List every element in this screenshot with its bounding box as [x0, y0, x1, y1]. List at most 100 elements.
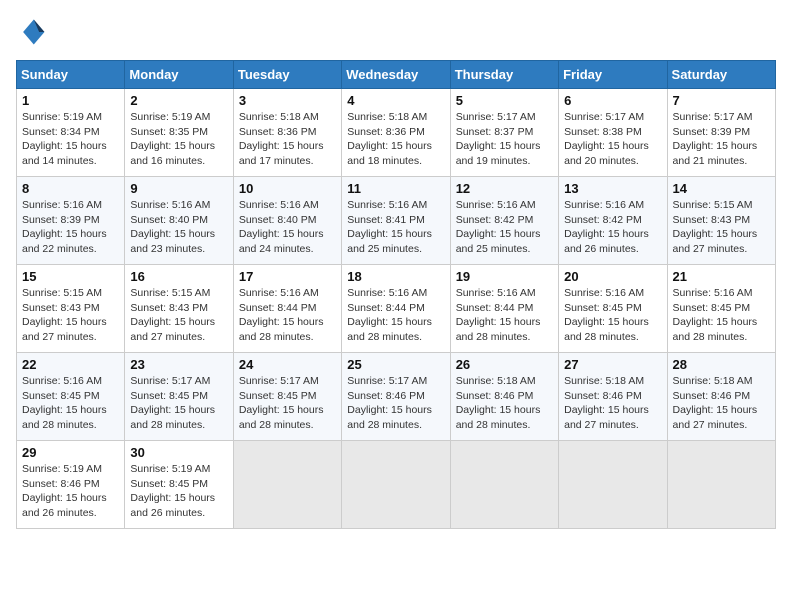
cell-text: Sunrise: 5:16 AMSunset: 8:44 PMDaylight:…	[456, 286, 553, 345]
day-number: 26	[456, 357, 553, 372]
cell-text: Sunrise: 5:18 AMSunset: 8:46 PMDaylight:…	[564, 374, 661, 433]
cell-text: Sunrise: 5:16 AMSunset: 8:44 PMDaylight:…	[347, 286, 444, 345]
calendar-cell: 15 Sunrise: 5:15 AMSunset: 8:43 PMDayligh…	[17, 265, 125, 353]
cell-line: and 25 minutes.	[347, 243, 422, 255]
cell-line: Sunrise: 5:18 AM	[673, 375, 753, 387]
calendar-cell	[559, 441, 667, 529]
cell-line: Sunset: 8:46 PM	[456, 390, 534, 402]
cell-text: Sunrise: 5:18 AMSunset: 8:36 PMDaylight:…	[239, 110, 336, 169]
cell-line: Sunset: 8:42 PM	[456, 214, 534, 226]
cell-line: Sunrise: 5:19 AM	[130, 111, 210, 123]
day-number: 19	[456, 269, 553, 284]
calendar-cell: 19 Sunrise: 5:16 AMSunset: 8:44 PMDayligh…	[450, 265, 558, 353]
calendar-cell: 8Sunrise: 5:16 AMSunset: 8:39 PMDaylight…	[17, 177, 125, 265]
cell-line: Daylight: 15 hours	[456, 316, 541, 328]
cell-line: Daylight: 15 hours	[347, 404, 432, 416]
cell-line: and 27 minutes.	[673, 419, 748, 431]
cell-line: Sunset: 8:45 PM	[564, 302, 642, 314]
day-of-week-row: SundayMondayTuesdayWednesdayThursdayFrid…	[17, 61, 776, 89]
calendar-cell: 23Sunrise: 5:17 AMSunset: 8:45 PMDayligh…	[125, 353, 233, 441]
calendar-cell: 24Sunrise: 5:17 AMSunset: 8:45 PMDayligh…	[233, 353, 341, 441]
calendar-cell: 27Sunrise: 5:18 AMSunset: 8:46 PMDayligh…	[559, 353, 667, 441]
cell-text: Sunrise: 5:16 AMSunset: 8:39 PMDaylight:…	[22, 198, 119, 257]
cell-line: Sunset: 8:44 PM	[347, 302, 425, 314]
cell-line: Daylight: 15 hours	[347, 228, 432, 240]
cell-line: Sunset: 8:39 PM	[673, 126, 751, 138]
cell-line: Sunset: 8:42 PM	[564, 214, 642, 226]
cell-line: Sunrise: 5:16 AM	[239, 287, 319, 299]
cell-line: Sunset: 8:36 PM	[347, 126, 425, 138]
cell-line: Sunrise: 5:16 AM	[673, 287, 753, 299]
calendar-cell: 25Sunrise: 5:17 AMSunset: 8:46 PMDayligh…	[342, 353, 450, 441]
week-row-2: 8Sunrise: 5:16 AMSunset: 8:39 PMDaylight…	[17, 177, 776, 265]
cell-line: Sunset: 8:45 PM	[673, 302, 751, 314]
cell-line: Daylight: 15 hours	[564, 140, 649, 152]
day-number: 15	[22, 269, 119, 284]
calendar-cell	[233, 441, 341, 529]
cell-line: Sunrise: 5:16 AM	[22, 375, 102, 387]
cell-line: Sunset: 8:36 PM	[239, 126, 317, 138]
cell-text: Sunrise: 5:17 AMSunset: 8:38 PMDaylight:…	[564, 110, 661, 169]
cell-line: and 27 minutes.	[130, 331, 205, 343]
cell-line: Daylight: 15 hours	[673, 316, 758, 328]
week-row-1: 1Sunrise: 5:19 AMSunset: 8:34 PMDaylight…	[17, 89, 776, 177]
week-row-5: 29Sunrise: 5:19 AMSunset: 8:46 PMDayligh…	[17, 441, 776, 529]
calendar-cell: 29Sunrise: 5:19 AMSunset: 8:46 PMDayligh…	[17, 441, 125, 529]
cell-text: Sunrise: 5:15 AMSunset: 8:43 PMDaylight:…	[22, 286, 119, 345]
day-number: 23	[130, 357, 227, 372]
cell-line: Sunrise: 5:17 AM	[239, 375, 319, 387]
calendar-cell: 5 Sunrise: 5:17 AMSunset: 8:37 PMDaylight…	[450, 89, 558, 177]
cell-text: Sunrise: 5:17 AMSunset: 8:37 PMDaylight:…	[456, 110, 553, 169]
cell-line: Daylight: 15 hours	[22, 140, 107, 152]
cell-line: Daylight: 15 hours	[347, 140, 432, 152]
cell-line: Sunrise: 5:17 AM	[673, 111, 753, 123]
cell-line: Sunrise: 5:15 AM	[673, 199, 753, 211]
cell-line: and 22 minutes.	[22, 243, 97, 255]
cell-line: Sunset: 8:34 PM	[22, 126, 100, 138]
column-header-sunday: Sunday	[17, 61, 125, 89]
cell-line: Sunset: 8:46 PM	[564, 390, 642, 402]
cell-line: Sunset: 8:41 PM	[347, 214, 425, 226]
cell-text: Sunrise: 5:18 AM Sunset: 8:36 PM Daylight:…	[347, 110, 444, 169]
cell-line: Sunrise: 5:19 AM	[22, 463, 102, 475]
cell-line: Daylight: 15 hours	[130, 492, 215, 504]
cell-line: and 27 minutes.	[673, 243, 748, 255]
week-row-3: 15 Sunrise: 5:15 AMSunset: 8:43 PMDayligh…	[17, 265, 776, 353]
calendar-cell: 22Sunrise: 5:16 AMSunset: 8:45 PMDayligh…	[17, 353, 125, 441]
day-number: 5	[456, 93, 553, 108]
calendar-cell	[667, 441, 775, 529]
cell-line: Daylight: 15 hours	[564, 228, 649, 240]
column-header-friday: Friday	[559, 61, 667, 89]
cell-line: Sunset: 8:46 PM	[22, 478, 100, 490]
cell-text: Sunrise: 5:16 AMSunset: 8:45 PMDaylight:…	[564, 286, 661, 345]
cell-line: Sunset: 8:45 PM	[130, 390, 208, 402]
cell-text: Sunrise: 5:19 AMSunset: 8:34 PMDaylight:…	[22, 110, 119, 169]
cell-text: Sunrise: 5:17 AMSunset: 8:39 PMDaylight:…	[673, 110, 770, 169]
cell-line: and 28 minutes.	[239, 331, 314, 343]
cell-line: Sunrise: 5:17 AM	[456, 111, 536, 123]
cell-line: and 23 minutes.	[130, 243, 205, 255]
day-number: 12	[456, 181, 553, 196]
day-number: 4	[347, 93, 444, 108]
cell-line: Sunset: 8:44 PM	[239, 302, 317, 314]
page-header	[16, 16, 776, 48]
calendar-cell: 20Sunrise: 5:16 AMSunset: 8:45 PMDayligh…	[559, 265, 667, 353]
cell-text: Sunrise: 5:18 AMSunset: 8:46 PMDaylight:…	[456, 374, 553, 433]
cell-line: Sunrise: 5:16 AM	[239, 199, 319, 211]
cell-line: and 26 minutes.	[564, 243, 639, 255]
cell-line: Daylight: 15 hours	[239, 316, 324, 328]
cell-line: Sunrise: 5:17 AM	[130, 375, 210, 387]
cell-line: Sunrise: 5:18 AM	[347, 111, 427, 123]
week-row-4: 22Sunrise: 5:16 AMSunset: 8:45 PMDayligh…	[17, 353, 776, 441]
cell-line: and 25 minutes.	[456, 243, 531, 255]
cell-line: Daylight: 15 hours	[564, 404, 649, 416]
cell-line: Sunrise: 5:16 AM	[564, 287, 644, 299]
cell-line: and 19 minutes.	[456, 155, 531, 167]
day-number: 3	[239, 93, 336, 108]
cell-line: Sunrise: 5:15 AM	[22, 287, 102, 299]
calendar-cell: 1Sunrise: 5:19 AMSunset: 8:34 PMDaylight…	[17, 89, 125, 177]
cell-line: and 28 minutes.	[239, 419, 314, 431]
cell-line: Sunrise: 5:17 AM	[347, 375, 427, 387]
calendar-cell: 9Sunrise: 5:16 AMSunset: 8:40 PMDaylight…	[125, 177, 233, 265]
cell-line: Sunrise: 5:16 AM	[347, 287, 427, 299]
